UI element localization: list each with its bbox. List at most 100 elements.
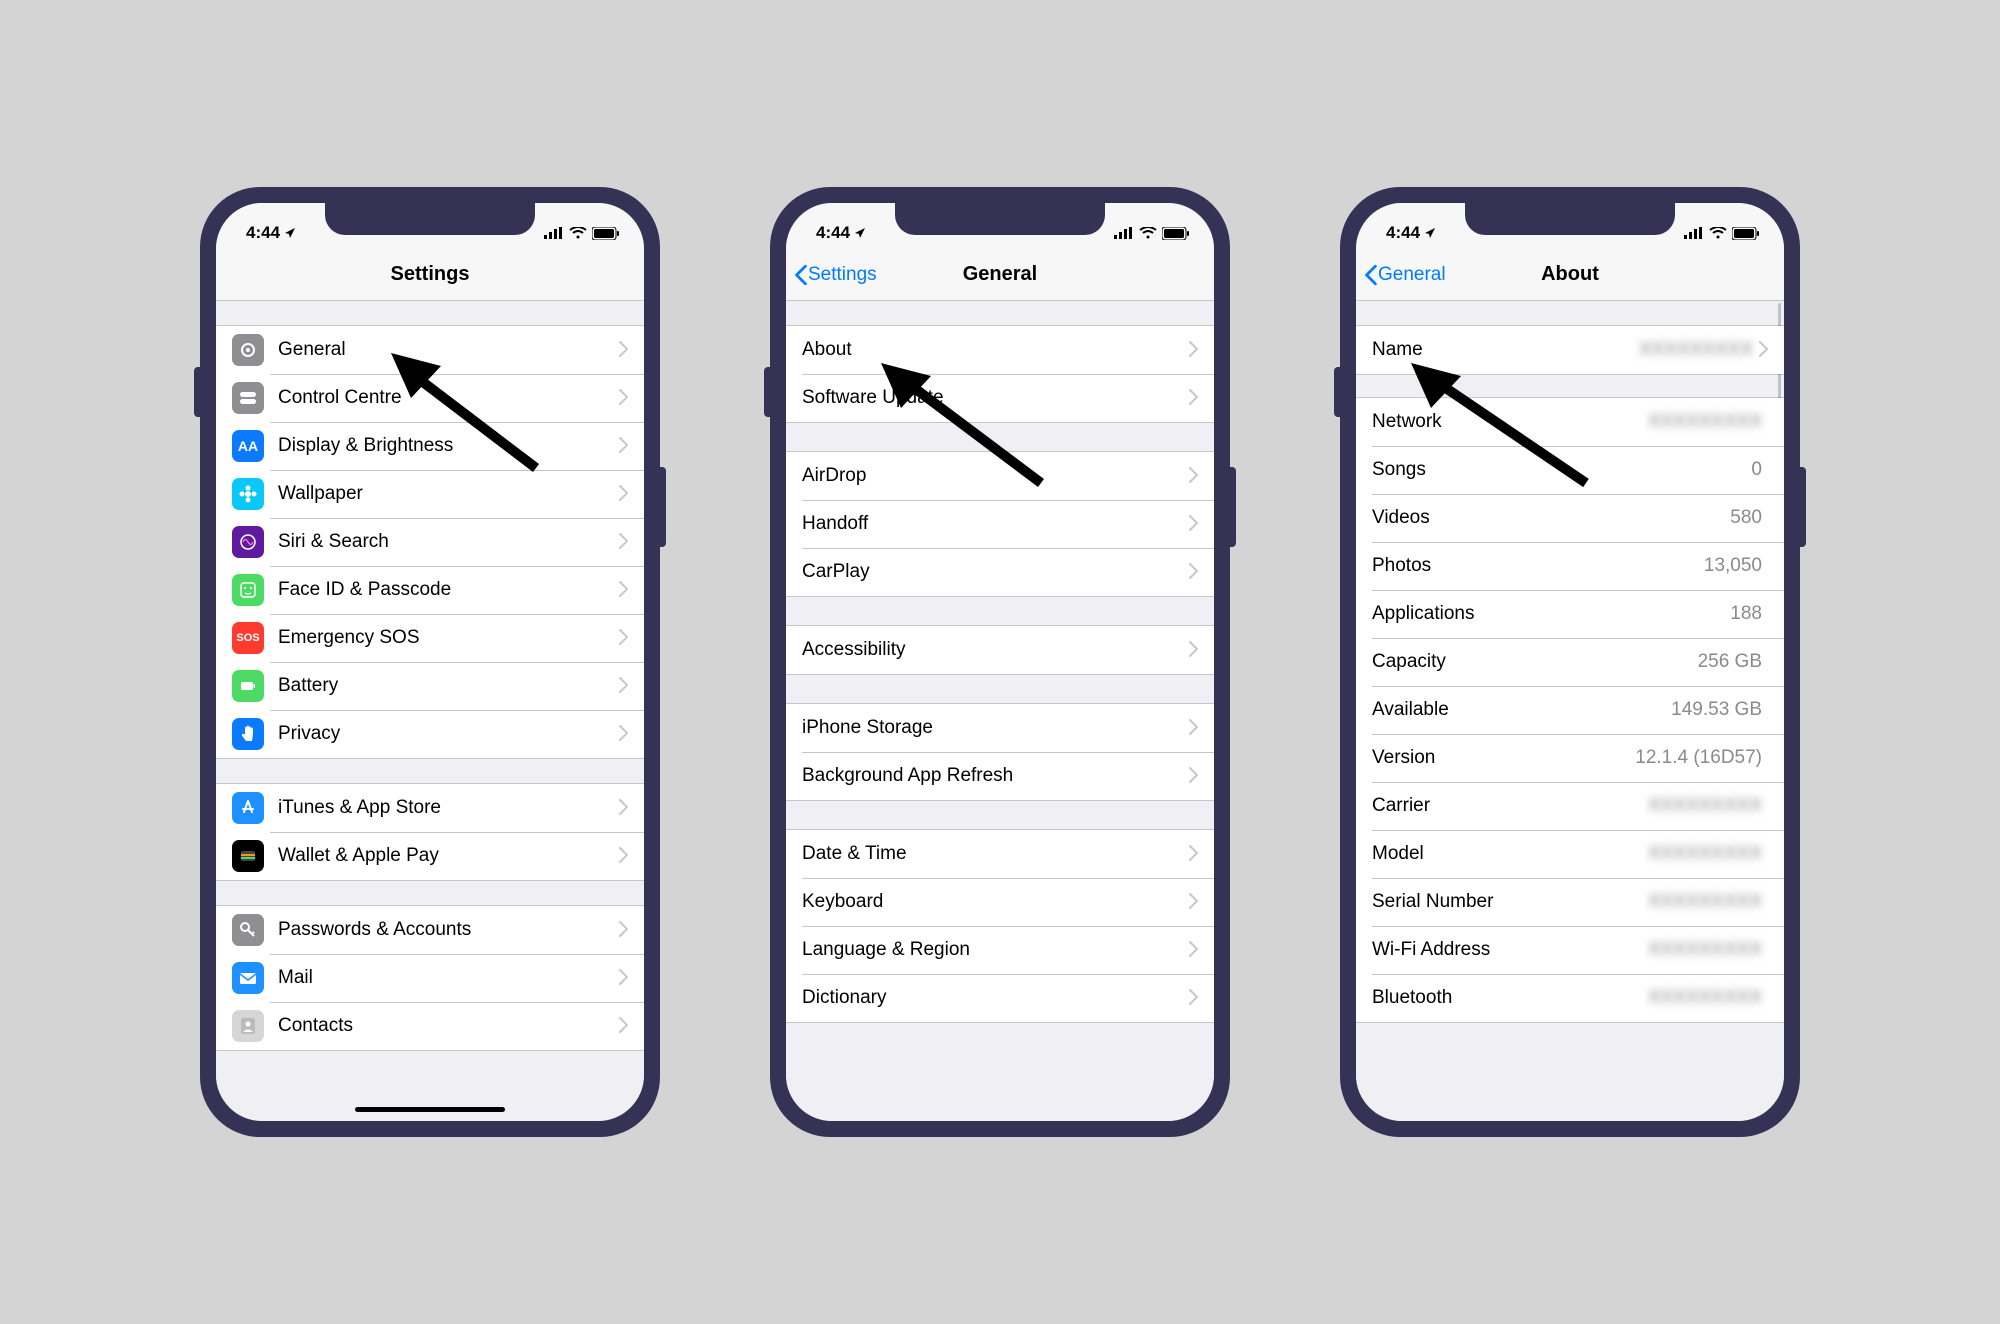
row-label: Handoff [802,513,1189,535]
location-icon [284,227,296,239]
chevron-right-icon [619,965,628,991]
settings-row-wallpaper[interactable]: Wallpaper [216,470,644,518]
chevron-right-icon [619,529,628,555]
back-button[interactable]: Settings [794,264,877,286]
back-label: General [1378,264,1446,286]
chevron-right-icon [619,577,628,603]
battery-icon [1732,227,1760,240]
row-label: Model [1372,843,1648,865]
row-label: CarPlay [802,561,1189,583]
row-value: 0 [1751,459,1762,481]
chevron-right-icon [1189,385,1198,411]
row-label: Available [1372,699,1671,721]
general-row-airdrop[interactable]: AirDrop [786,452,1214,500]
screen: 4:44 Settings GeneralControl CentreAADis… [216,203,644,1121]
general-list[interactable]: About Software Update AirDrop Handoff CarPla… [786,301,1214,1121]
general-row-accessibility[interactable]: Accessibility [786,626,1214,674]
general-row-software-update[interactable]: Software Update [786,374,1214,422]
general-row-about[interactable]: About [786,326,1214,374]
about-row-available: Available149.53 GB [1356,686,1784,734]
general-row-dictionary[interactable]: Dictionary [786,974,1214,1022]
chevron-right-icon [1189,559,1198,585]
settings-row-display-brightness[interactable]: AADisplay & Brightness [216,422,644,470]
row-value-redacted: XXXXXXXXX [1648,891,1762,913]
row-value-redacted: XXXXXXXXX [1648,843,1762,865]
battery-icon [1162,227,1190,240]
about-row-carrier: CarrierXXXXXXXXX [1356,782,1784,830]
nav-bar: Settings General [786,249,1214,301]
general-row-carplay[interactable]: CarPlay [786,548,1214,596]
location-icon [1424,227,1436,239]
chevron-right-icon [619,843,628,869]
row-label: Serial Number [1372,891,1648,913]
cellular-icon [1114,227,1134,239]
settings-row-face-id-passcode[interactable]: Face ID & Passcode [216,566,644,614]
settings-list[interactable]: General Control Centre AADisplay & Brightn… [216,301,644,1121]
about-row-capacity: Capacity256 GB [1356,638,1784,686]
settings-row-general[interactable]: General [216,326,644,374]
settings-row-wallet-apple-pay[interactable]: Wallet & Apple Pay [216,832,644,880]
SOS-icon: SOS [232,622,264,654]
phone-mockup-2: 4:44 Settings General AboutSoftware Upda… [770,187,1230,1137]
about-row-applications: Applications188 [1356,590,1784,638]
row-label: Wi-Fi Address [1372,939,1648,961]
nav-title: About [1541,263,1599,286]
chevron-right-icon [1759,337,1768,363]
about-row-version: Version12.1.4 (16D57) [1356,734,1784,782]
appstore-icon [232,792,264,824]
settings-row-siri-search[interactable]: Siri & Search [216,518,644,566]
chevron-right-icon [1189,337,1198,363]
row-label: Face ID & Passcode [278,579,619,601]
row-label: Siri & Search [278,531,619,553]
row-label: Mail [278,967,619,989]
settings-row-battery[interactable]: Battery [216,662,644,710]
row-value-redacted: XXXXXXXXX [1648,411,1762,433]
row-label: Software Update [802,387,1189,409]
general-row-handoff[interactable]: Handoff [786,500,1214,548]
contacts-icon [232,1010,264,1042]
row-label: Applications [1372,603,1730,625]
battery-icon [232,670,264,702]
row-label: Version [1372,747,1635,769]
chevron-right-icon [619,1013,628,1039]
about-row-name[interactable]: NameXXXXXXXXX [1356,326,1784,374]
settings-row-itunes-app-store[interactable]: iTunes & App Store [216,784,644,832]
settings-row-privacy[interactable]: Privacy [216,710,644,758]
general-row-iphone-storage[interactable]: iPhone Storage [786,704,1214,752]
row-value: 256 GB [1698,651,1762,673]
about-row-serial-number: Serial NumberXXXXXXXXX [1356,878,1784,926]
siri-icon [232,526,264,558]
settings-row-emergency-sos[interactable]: SOSEmergency SOS [216,614,644,662]
chevron-right-icon [619,795,628,821]
home-indicator[interactable] [355,1107,505,1112]
notch [325,203,535,235]
row-label: Dictionary [802,987,1189,1009]
about-row-videos: Videos580 [1356,494,1784,542]
row-label: Accessibility [802,639,1189,661]
settings-row-control-centre[interactable]: Control Centre [216,374,644,422]
general-row-background-app-refresh[interactable]: Background App Refresh [786,752,1214,800]
about-list[interactable]: NameXXXXXXXXXNetworkXXXXXXXXXSongs0Video… [1356,301,1784,1121]
settings-row-contacts[interactable]: Contacts [216,1002,644,1050]
screen: 4:44 Settings General AboutSoftware Upda… [786,203,1214,1121]
general-row-date-time[interactable]: Date & Time [786,830,1214,878]
status-time: 4:44 [1386,223,1420,243]
settings-row-mail[interactable]: Mail [216,954,644,1002]
toggles-icon [232,382,264,414]
back-button[interactable]: General [1364,264,1446,286]
row-label: Display & Brightness [278,435,619,457]
row-label: Date & Time [802,843,1189,865]
row-label: Control Centre [278,387,619,409]
wallet-icon [232,840,264,872]
screen: 4:44 General About NameXXXXXXXXXNetworkX… [1356,203,1784,1121]
nav-bar: Settings [216,249,644,301]
general-row-keyboard[interactable]: Keyboard [786,878,1214,926]
row-label: Background App Refresh [802,765,1189,787]
settings-row-passwords-accounts[interactable]: Passwords & Accounts [216,906,644,954]
general-row-language-region[interactable]: Language & Region [786,926,1214,974]
row-label: AirDrop [802,465,1189,487]
row-label: Bluetooth [1372,987,1648,1009]
about-row-model: ModelXXXXXXXXX [1356,830,1784,878]
row-value: 580 [1730,507,1762,529]
row-label: General [278,339,619,361]
